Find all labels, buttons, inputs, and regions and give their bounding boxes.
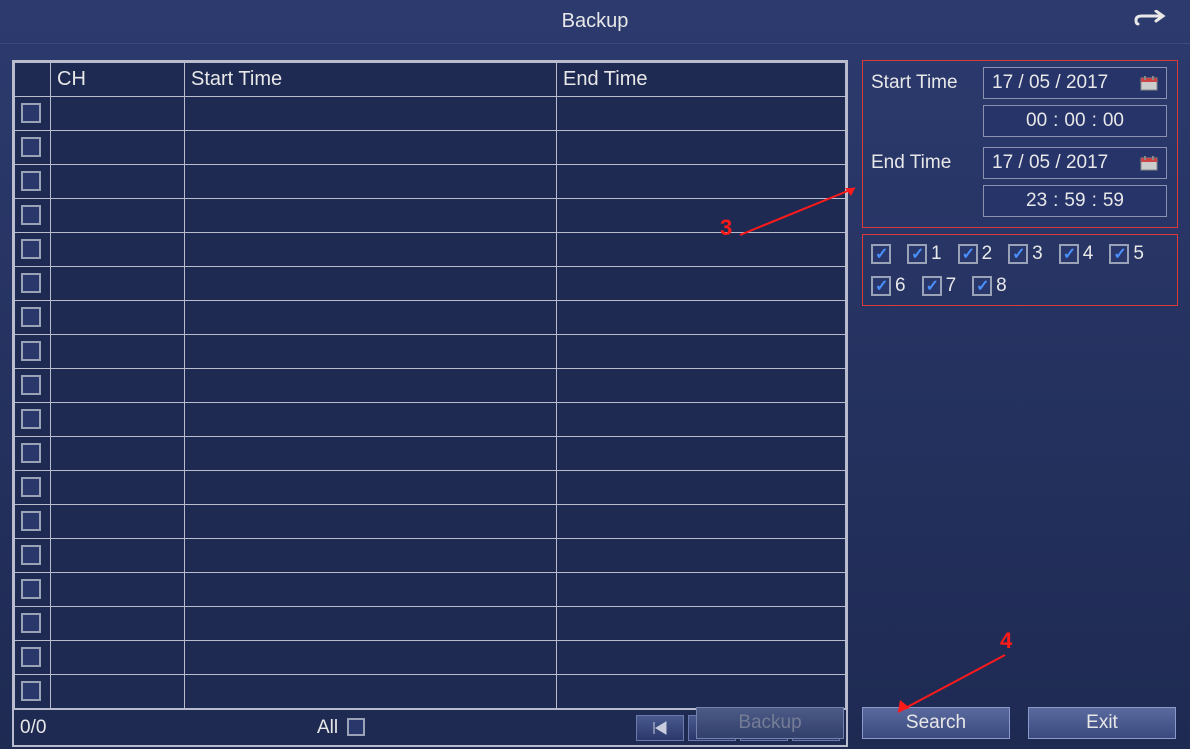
- channel-checkbox[interactable]: [972, 276, 992, 296]
- row-checkbox[interactable]: [21, 205, 41, 225]
- table-row: [15, 573, 846, 607]
- table-row: [15, 267, 846, 301]
- channel-label: 7: [946, 275, 957, 297]
- row-checkbox[interactable]: [21, 613, 41, 633]
- table-row: [15, 131, 846, 165]
- back-icon[interactable]: [1132, 10, 1168, 40]
- channel-label: 5: [1133, 243, 1144, 265]
- row-checkbox[interactable]: [21, 409, 41, 429]
- page-title: Backup: [562, 10, 629, 33]
- table-row: [15, 505, 846, 539]
- row-checkbox[interactable]: [21, 341, 41, 361]
- row-checkbox[interactable]: [21, 307, 41, 327]
- table-row: [15, 97, 846, 131]
- exit-button[interactable]: Exit: [1028, 707, 1176, 739]
- calendar-icon: [1140, 155, 1158, 171]
- backup-button[interactable]: Backup: [696, 707, 844, 739]
- row-checkbox[interactable]: [21, 511, 41, 531]
- row-checkbox[interactable]: [21, 137, 41, 157]
- row-checkbox[interactable]: [21, 477, 41, 497]
- results-table: CH Start Time End Time 0/0 All: [12, 60, 848, 747]
- table-row: [15, 301, 846, 335]
- end-time-label: End Time: [871, 152, 983, 174]
- col-header-end: End Time: [557, 63, 846, 97]
- row-checkbox[interactable]: [21, 273, 41, 293]
- channel-label: 2: [982, 243, 993, 265]
- col-header-start: Start Time: [185, 63, 557, 97]
- table-row: [15, 675, 846, 709]
- calendar-icon: [1140, 75, 1158, 91]
- table-row: [15, 369, 846, 403]
- start-time-label: Start Time: [871, 72, 983, 94]
- channel-checkbox[interactable]: [871, 276, 891, 296]
- channels-panel: 1 2 3 4 5 6 7 8: [862, 234, 1178, 306]
- first-page-button[interactable]: [636, 715, 684, 741]
- channel-label: 1: [931, 243, 942, 265]
- select-all-checkbox[interactable]: [347, 718, 365, 736]
- start-time-input[interactable]: 00 : 00 : 00: [983, 105, 1167, 137]
- time-range-panel: Start Time 17 / 05 / 2017 00 : 00 : 00 E…: [862, 60, 1178, 228]
- row-checkbox[interactable]: [21, 239, 41, 259]
- table-row: [15, 165, 846, 199]
- channel-checkbox[interactable]: [1059, 244, 1079, 264]
- channel-checkbox[interactable]: [922, 276, 942, 296]
- end-date-input[interactable]: 17 / 05 / 2017: [983, 147, 1167, 179]
- row-checkbox[interactable]: [21, 103, 41, 123]
- row-checkbox[interactable]: [21, 579, 41, 599]
- table-row: [15, 539, 846, 573]
- channel-all-checkbox[interactable]: [871, 244, 891, 264]
- channel-checkbox[interactable]: [907, 244, 927, 264]
- row-checkbox[interactable]: [21, 681, 41, 701]
- table-row: [15, 335, 846, 369]
- table-row: [15, 471, 846, 505]
- channel-checkbox[interactable]: [958, 244, 978, 264]
- col-header-checkbox: [15, 63, 51, 97]
- table-row: [15, 403, 846, 437]
- row-checkbox[interactable]: [21, 375, 41, 395]
- start-date-input[interactable]: 17 / 05 / 2017: [983, 67, 1167, 99]
- channel-label: 8: [996, 275, 1007, 297]
- select-all-label: All: [317, 717, 338, 738]
- search-button[interactable]: Search: [862, 707, 1010, 739]
- row-checkbox[interactable]: [21, 443, 41, 463]
- channel-label: 4: [1083, 243, 1094, 265]
- row-checkbox[interactable]: [21, 647, 41, 667]
- channel-checkbox[interactable]: [1008, 244, 1028, 264]
- col-header-ch: CH: [51, 63, 185, 97]
- row-checkbox[interactable]: [21, 171, 41, 191]
- table-row: [15, 607, 846, 641]
- table-row: [15, 641, 846, 675]
- channel-label: 6: [895, 275, 906, 297]
- table-row: [15, 199, 846, 233]
- channel-label: 3: [1032, 243, 1043, 265]
- table-row: [15, 437, 846, 471]
- end-time-input[interactable]: 23 : 59 : 59: [983, 185, 1167, 217]
- channel-checkbox[interactable]: [1109, 244, 1129, 264]
- table-row: [15, 233, 846, 267]
- pager-count: 0/0: [20, 717, 46, 739]
- row-checkbox[interactable]: [21, 545, 41, 565]
